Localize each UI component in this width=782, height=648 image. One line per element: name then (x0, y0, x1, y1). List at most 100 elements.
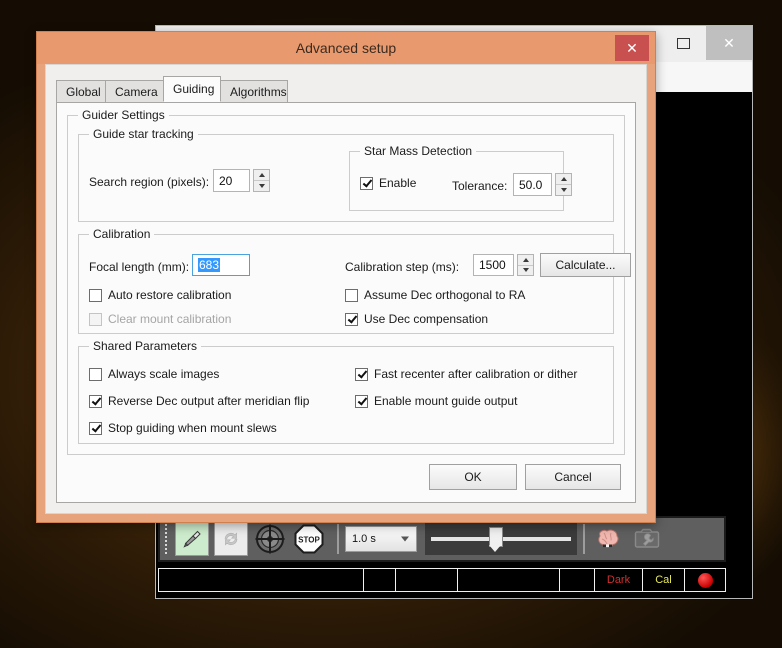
close-icon: ✕ (723, 34, 735, 51)
usb-plug-icon (183, 530, 201, 548)
status-cell-2 (364, 569, 396, 591)
status-cell-5 (560, 569, 595, 591)
calibration-step-stepper[interactable] (517, 254, 534, 276)
dialog-titlebar: Advanced setup ✕ (37, 32, 655, 64)
connect-equipment-button[interactable] (175, 522, 209, 556)
guide-button[interactable] (253, 522, 287, 556)
maximize-icon (676, 37, 690, 49)
clear-mount-calibration-label: Clear mount calibration (108, 312, 232, 326)
auto-restore-calibration-checkbox[interactable]: Auto restore calibration (89, 288, 231, 302)
stepper-up[interactable] (556, 174, 571, 184)
use-dec-compensation-checkbox[interactable]: Use Dec compensation (345, 312, 488, 326)
calibration-step-input[interactable]: 1500 (473, 254, 514, 276)
calibration-step-label: Calibration step (ms): (345, 260, 460, 274)
checkbox-box (360, 176, 373, 190)
checkbox-box (345, 312, 358, 326)
tab-guiding[interactable]: Guiding (163, 76, 221, 102)
advanced-setup-dialog[interactable]: Advanced setup ✕ Global Camera Guiding A… (36, 31, 656, 523)
focal-length-label: Focal length (mm): (89, 260, 190, 274)
dialog-title: Advanced setup (295, 40, 397, 56)
stop-guiding-when-slews-label: Stop guiding when mount slews (108, 421, 277, 435)
guide-star-tracking-legend: Guide star tracking (89, 127, 198, 141)
maximize-button[interactable] (660, 26, 706, 60)
enable-star-mass-label: Enable (379, 176, 417, 190)
shared-parameters-group: Shared Parameters Always scale images Re… (78, 339, 614, 444)
star-mass-detection-legend: Star Mass Detection (360, 144, 477, 158)
stepper-down[interactable] (556, 184, 571, 195)
tolerance-input[interactable]: 50.0 (513, 173, 552, 196)
focal-length-value: 683 (198, 258, 221, 272)
exposure-value: 1.0 s (352, 533, 376, 545)
stepper-down[interactable] (518, 264, 533, 276)
chevron-up-icon (522, 257, 529, 262)
stop-button[interactable]: STOP (292, 522, 326, 556)
calibration-group: Calibration Focal length (mm): 683 Calib… (78, 227, 631, 334)
tolerance-stepper[interactable] (555, 173, 572, 196)
toolbar-separator-1 (337, 524, 339, 554)
calculate-button[interactable]: Calculate... (540, 253, 631, 277)
tolerance-label: Tolerance: (452, 179, 508, 193)
tab-strip: Global Camera Guiding Algorithms (56, 76, 646, 102)
brain-icon (598, 529, 619, 548)
checkbox-box (355, 367, 368, 381)
tab-panel-guiding: Guider Settings Guide star tracking Sear… (56, 102, 636, 503)
fast-recenter-checkbox[interactable]: Fast recenter after calibration or dithe… (355, 367, 577, 381)
toolbar-grip-handle[interactable] (162, 522, 172, 556)
exposure-select[interactable]: 1.0 s (345, 526, 417, 552)
dialog-close-button[interactable]: ✕ (615, 35, 649, 61)
status-cell-cal: Cal (643, 569, 685, 591)
camera-settings-button (630, 522, 664, 556)
stepper-up[interactable] (254, 170, 269, 180)
reverse-dec-output-checkbox[interactable]: Reverse Dec output after meridian flip (89, 394, 309, 408)
search-region-label: Search region (pixels): (89, 175, 210, 189)
tab-camera[interactable]: Camera (105, 80, 164, 102)
dialog-body: Global Camera Guiding Algorithms Guider … (45, 64, 647, 514)
always-scale-images-checkbox[interactable]: Always scale images (89, 367, 219, 381)
guider-settings-legend: Guider Settings (78, 108, 169, 122)
tab-global[interactable]: Global (56, 80, 106, 102)
chevron-down-icon (522, 268, 529, 273)
search-region-stepper[interactable] (253, 169, 270, 192)
crosshair-target-icon (255, 524, 285, 554)
advanced-brain-button[interactable] (591, 522, 625, 556)
assume-dec-orthogonal-checkbox[interactable]: Assume Dec orthogonal to RA (345, 288, 525, 302)
status-cell-4 (458, 569, 560, 591)
checkbox-box (355, 394, 368, 408)
gain-slider-thumb[interactable] (489, 527, 503, 552)
ok-button[interactable]: OK (429, 464, 517, 490)
enable-star-mass-checkbox[interactable]: Enable (360, 176, 416, 190)
close-button[interactable]: ✕ (706, 26, 752, 60)
stepper-down[interactable] (254, 180, 269, 191)
status-cell-dark: Dark (595, 569, 643, 591)
checkbox-box (89, 394, 102, 408)
loop-exposures-button[interactable] (214, 522, 248, 556)
status-cell-main (159, 569, 364, 591)
chevron-down-icon (258, 184, 265, 188)
status-cell-indicator (685, 569, 725, 591)
enable-mount-guide-output-checkbox[interactable]: Enable mount guide output (355, 394, 517, 408)
chevron-down-icon (401, 536, 409, 542)
guider-settings-group: Guider Settings Guide star tracking Sear… (67, 108, 631, 455)
auto-restore-calibration-label: Auto restore calibration (108, 288, 232, 302)
chevron-up-icon (560, 177, 567, 181)
stepper-up[interactable] (518, 255, 533, 265)
phd2-status-bar: Dark Cal (158, 568, 726, 592)
checkbox-box (89, 312, 102, 326)
camera-wrench-icon (634, 528, 660, 548)
recording-indicator-icon (697, 572, 713, 588)
tab-algorithms[interactable]: Algorithms (220, 80, 288, 102)
svg-text:STOP: STOP (298, 536, 320, 545)
checkbox-box (89, 421, 102, 435)
cancel-button[interactable]: Cancel (525, 464, 621, 490)
guide-star-tracking-group: Guide star tracking Search region (pixel… (78, 127, 614, 222)
chevron-down-icon (560, 188, 567, 192)
loop-refresh-icon (224, 532, 238, 546)
shared-parameters-legend: Shared Parameters (89, 339, 202, 353)
checkbox-box (89, 367, 102, 381)
stop-guiding-when-slews-checkbox[interactable]: Stop guiding when mount slews (89, 421, 277, 435)
toolbar-separator-2 (583, 524, 585, 554)
search-region-input[interactable]: 20 (213, 169, 250, 192)
gain-slider[interactable] (425, 523, 577, 555)
focal-length-input[interactable]: 683 (192, 254, 250, 276)
chevron-up-icon (258, 173, 265, 177)
